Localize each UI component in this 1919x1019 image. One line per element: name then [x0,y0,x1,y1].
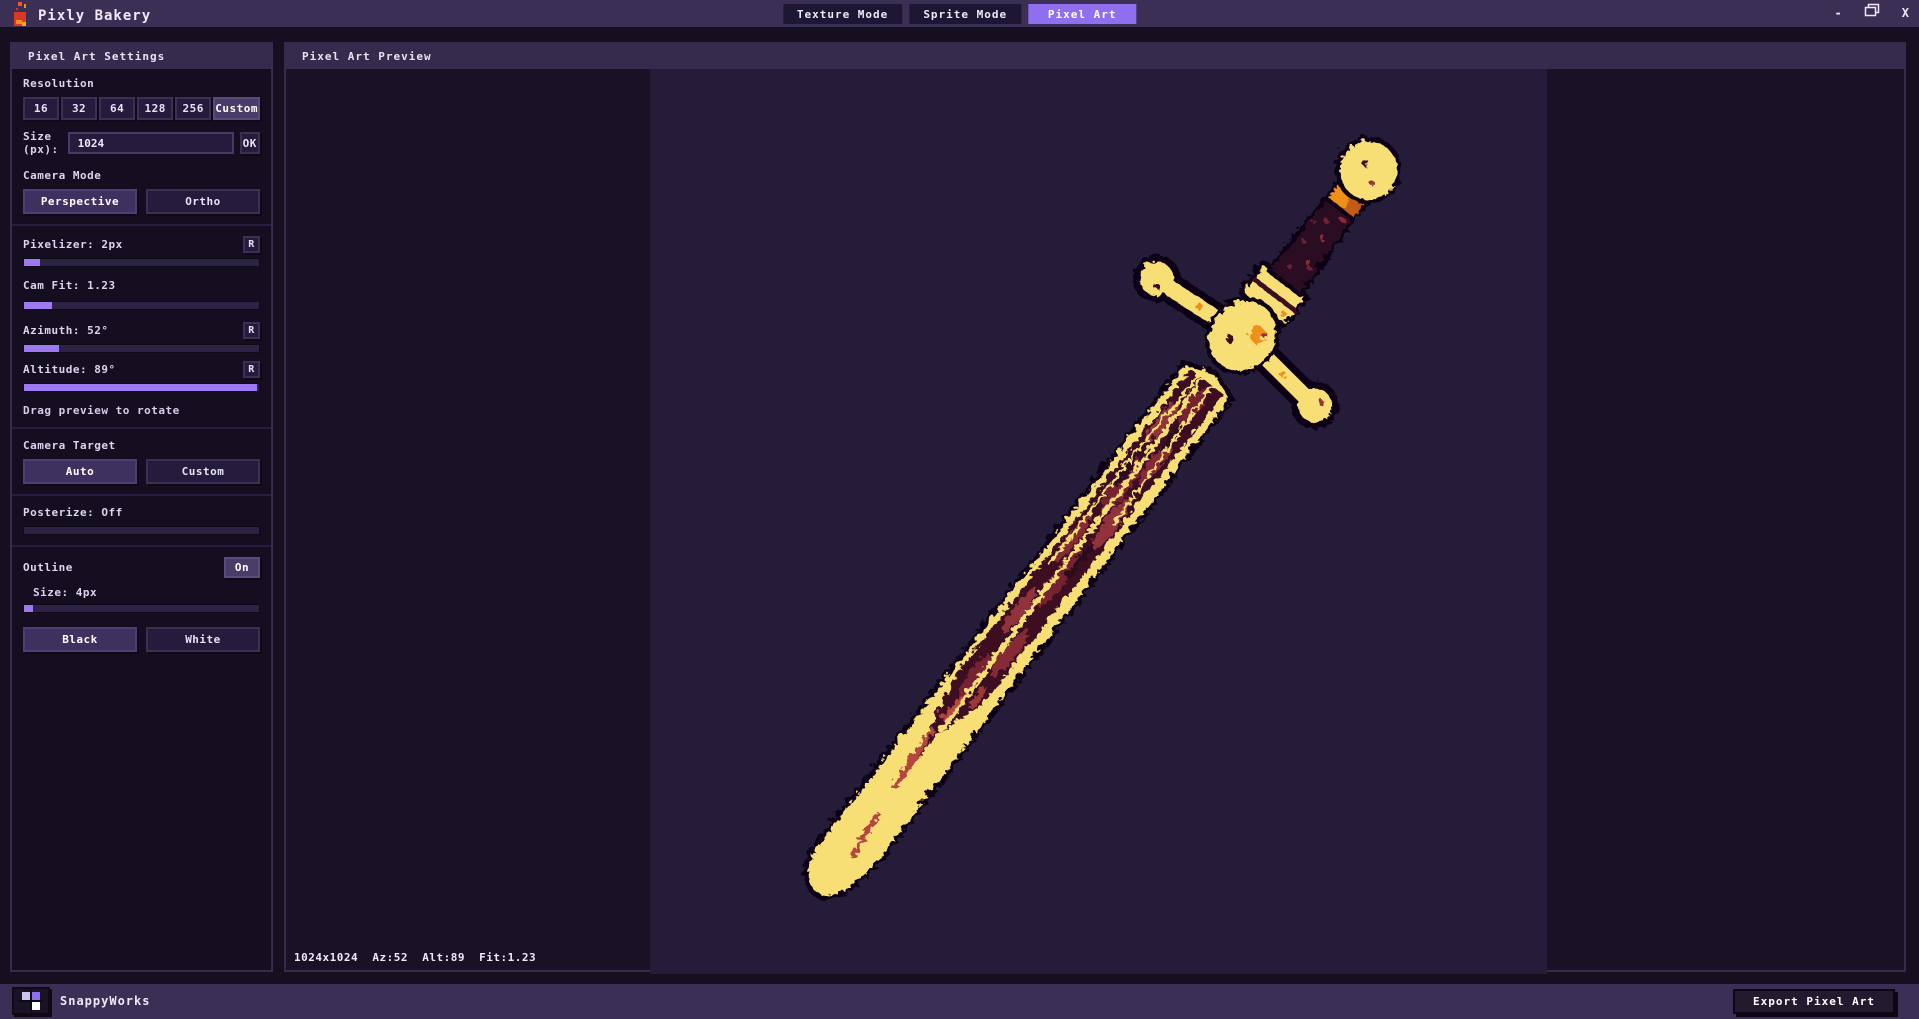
camera-mode-buttons: Perspective Ortho [23,189,260,214]
azimuth-row: Azimuth: 52° R [23,322,260,339]
resolution-custom-button[interactable]: Custom [213,97,260,120]
resolution-32-button[interactable]: 32 [61,97,98,120]
close-button[interactable]: X [1902,0,1909,27]
pixel-grid-icon [12,987,50,1015]
camera-mode-label: Camera Mode [23,169,102,182]
altitude-row: Altitude: 89° R [23,361,260,378]
pixelizer-reset-button[interactable]: R [243,236,260,253]
settings-panel-body: Resolution 16 32 64 128 256 Custom Size … [12,69,271,660]
outline-size-slider-fill [24,605,34,612]
altitude-slider-fill [24,384,257,391]
camera-target-label: Camera Target [23,439,116,452]
camera-ortho-button[interactable]: Ortho [146,189,260,214]
render-viewport[interactable] [650,69,1547,974]
tab-pixel-art[interactable]: Pixel Art [1028,4,1137,24]
azimuth-slider[interactable] [23,344,260,353]
altitude-label: Altitude: 89° [23,363,116,376]
altitude-slider[interactable] [23,383,260,392]
pixelizer-slider[interactable] [23,258,260,267]
azimuth-label: Azimuth: 52° [23,324,109,337]
pixel-art-settings-panel: Pixel Art Settings Resolution 16 32 64 1… [10,42,273,972]
cam-fit-slider-fill [24,302,53,309]
divider [12,494,271,496]
maximize-icon[interactable] [1864,0,1880,27]
tab-sprite-mode[interactable]: Sprite Mode [909,4,1022,24]
size-row: Size (px): OK [23,130,260,156]
azimuth-reset-button[interactable]: R [243,322,260,339]
outline-row: Outline On [23,557,260,578]
footer-brand: SnappyWorks [12,987,150,1015]
minimize-button[interactable]: - [1835,0,1842,27]
cam-fit-row: Cam Fit: 1.23 [23,279,260,292]
flame-icon [12,2,30,30]
resolution-128-button[interactable]: 128 [137,97,174,120]
window-controls: - X [1835,0,1909,27]
resolution-256-button[interactable]: 256 [175,97,212,120]
outline-white-button[interactable]: White [146,627,260,652]
divider [12,427,271,429]
footer-bar: SnappyWorks Export Pixel Art [0,984,1919,1019]
size-ok-button[interactable]: OK [239,132,260,154]
preview-panel-title: Pixel Art Preview [286,44,1904,69]
mode-tabs: Texture Mode Sprite Mode Pixel Art [782,4,1137,24]
camera-perspective-button[interactable]: Perspective [23,189,137,214]
outline-black-button[interactable]: Black [23,627,137,652]
resolution-label: Resolution [23,77,95,90]
drag-hint-text: Drag preview to rotate [23,404,180,417]
size-input[interactable] [67,132,234,154]
tab-texture-mode[interactable]: Texture Mode [782,4,903,24]
target-auto-button[interactable]: Auto [23,459,137,484]
app-brand: Pixly Bakery [12,2,151,30]
preview-status-text: 1024x1024 Az:52 Alt:89 Fit:1.23 [294,951,537,964]
size-label: Size (px): [23,130,59,156]
divider [12,224,271,226]
camera-target-buttons: Auto Custom [23,459,260,484]
outline-toggle-button[interactable]: On [224,557,260,578]
posterize-slider[interactable] [23,526,260,535]
azimuth-slider-fill [24,345,60,352]
footer-brand-name: SnappyWorks [60,994,151,1008]
pixelizer-row: Pixelizer: 2px R [23,236,260,253]
outline-color-buttons: Black White [23,627,260,652]
pixel-art-sword-preview [801,135,1401,898]
resolution-buttons: 16 32 64 128 256 Custom [23,97,260,120]
pixel-art-preview-panel: Pixel Art Preview 1024x1024 Az:52 Alt:89… [284,42,1906,974]
target-custom-button[interactable]: Custom [146,459,260,484]
resolution-64-button[interactable]: 64 [99,97,136,120]
altitude-reset-button[interactable]: R [243,361,260,378]
cam-fit-slider[interactable] [23,301,260,310]
divider [12,545,271,547]
pixelizer-slider-fill [24,259,41,266]
sword-blade [801,358,1233,898]
outline-size-label: Size: 4px [33,586,98,599]
pixelizer-label: Pixelizer: 2px [23,238,123,251]
resolution-16-button[interactable]: 16 [23,97,60,120]
posterize-label: Posterize: Off [23,506,123,519]
title-bar: Pixly Bakery Texture Mode Sprite Mode Pi… [0,0,1919,27]
cam-fit-label: Cam Fit: 1.23 [23,279,116,292]
app-title: Pixly Bakery [38,8,152,24]
outline-label: Outline [23,561,73,574]
settings-panel-title: Pixel Art Settings [12,44,271,69]
export-pixel-art-button[interactable]: Export Pixel Art [1733,989,1895,1014]
outline-size-slider[interactable] [23,604,260,613]
